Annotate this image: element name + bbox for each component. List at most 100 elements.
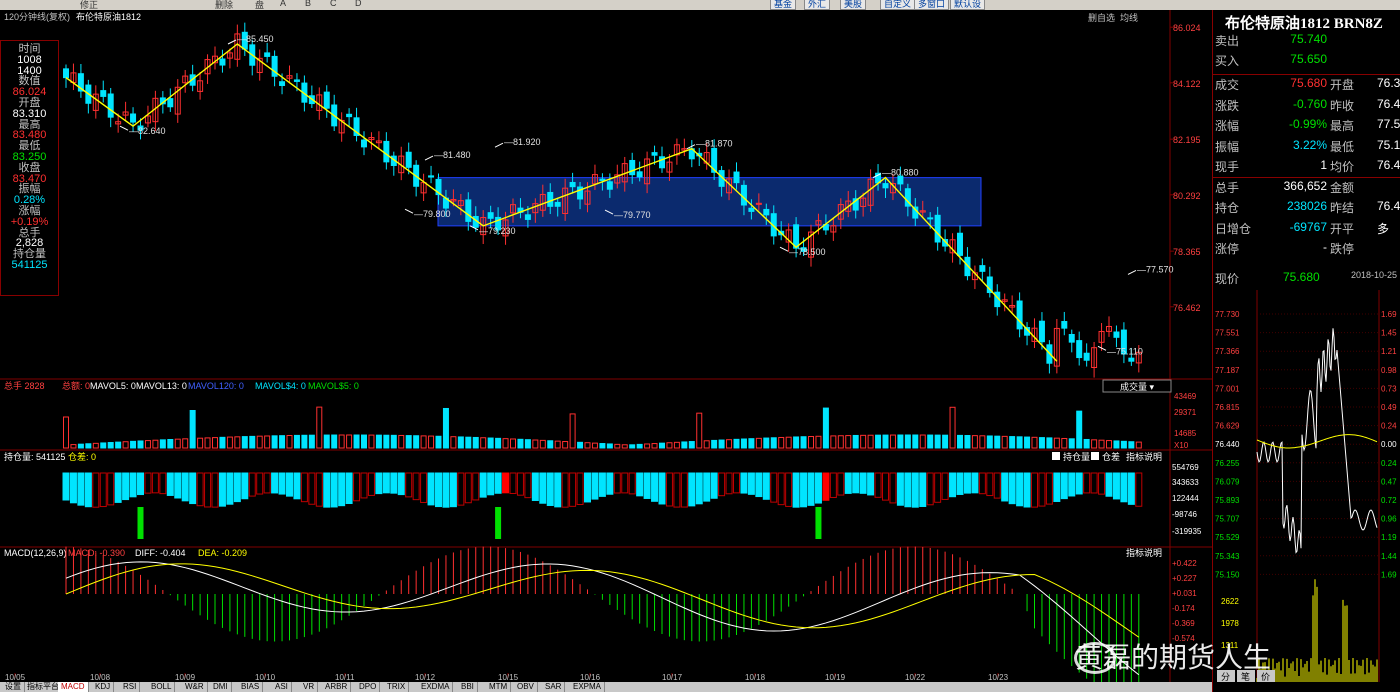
volume-bar: [636, 443, 643, 449]
volume-bar: [1001, 435, 1008, 449]
range-box: [437, 177, 982, 227]
toolbar-button-2[interactable]: 美股: [840, 0, 867, 10]
quote-row: 涨幅 -0.99% 最高 77.5: [1213, 117, 1400, 137]
oi-bar: [487, 472, 495, 496]
oi-bar: [1112, 472, 1120, 500]
oi-bar: [323, 472, 331, 508]
oi-bar: [665, 472, 673, 507]
volume-bar: [629, 444, 636, 449]
candle-body: [405, 151, 412, 168]
volume-bar: [971, 435, 978, 449]
oi-diff-label: 仓差: 0: [68, 451, 96, 462]
volume-bar: [1053, 437, 1060, 449]
oi-bar: [636, 472, 644, 497]
date-tick-label: 10/23: [988, 673, 1009, 682]
indicator-tab-arbr[interactable]: ARBR: [322, 682, 352, 692]
toolbar-item-6[interactable]: D: [355, 0, 362, 8]
volume-bar: [845, 435, 852, 449]
indicator-tab-bbi[interactable]: BBI: [458, 682, 478, 692]
volume-bar: [681, 441, 688, 449]
macd-tick-label: -0.174: [1172, 604, 1195, 613]
volume-bar: [502, 438, 509, 449]
quote-row: 现手 1 均价 76.4: [1213, 158, 1400, 178]
indicator-tab-[interactable]: 设置: [2, 682, 25, 692]
toolbar-button-3[interactable]: 自定义: [880, 0, 916, 10]
quote-label: 涨停: [1215, 242, 1240, 256]
volume-bar: [964, 435, 971, 449]
volume-bar: [696, 412, 703, 449]
volume-bar: [867, 434, 874, 449]
volume-bar: [957, 434, 963, 449]
mini-pct-tick: 1.69: [1381, 310, 1397, 319]
swing-label: —81.920: [504, 137, 541, 147]
main-chart[interactable]: 120分钟线(复权) 布伦特原油1812 删自选 均线 86.024 84.122 82.1…: [0, 10, 1212, 682]
indicator-tab-vr[interactable]: VR: [300, 682, 319, 692]
indicator-tab-dpo[interactable]: DPO: [356, 682, 381, 692]
toolbar-button-5[interactable]: 默认设: [950, 0, 986, 10]
quote-label: 涨跌: [1215, 98, 1240, 113]
toolbar-button-1[interactable]: 外汇: [804, 0, 831, 10]
macd-tick-label: +0.227: [1172, 574, 1197, 583]
oi-bar: [598, 472, 606, 497]
oi-checkbox[interactable]: [1052, 452, 1060, 460]
toolbar-item-0[interactable]: 修正: [80, 0, 98, 10]
oi-bar: [84, 472, 92, 508]
volume-bar: [942, 434, 949, 449]
volume-bar: [1106, 440, 1112, 449]
indicator-tab-dmi[interactable]: DMI: [210, 682, 232, 692]
volume-bar: [450, 436, 457, 449]
volume-bar: [562, 441, 569, 449]
indicator-tab-macd[interactable]: MACD: [58, 682, 89, 692]
oi-bar: [911, 472, 919, 508]
indicator-tab-obv[interactable]: OBV: [514, 682, 538, 692]
macd-tick-label: +0.422: [1172, 559, 1197, 568]
indicator-tab-trix[interactable]: TRIX: [384, 682, 410, 692]
toolbar-item-2[interactable]: 盘: [255, 0, 264, 10]
volume-bar: [673, 441, 680, 449]
indicator-tab-rsi[interactable]: RSI: [120, 682, 141, 692]
oi-bar: [971, 472, 979, 494]
oi-bar: [1031, 472, 1038, 508]
oi-bar: [867, 472, 875, 496]
intraday-chart[interactable]: 77.730 1.69 77.551 1.45 77.366 1.21 77.187 0.98…: [1213, 290, 1400, 682]
quote-divider: [1213, 74, 1400, 75]
mini-pct-tick: 0.72: [1381, 496, 1397, 505]
volume-bar: [532, 439, 539, 449]
open-value: 83.310: [12, 107, 47, 120]
indicator-tab-expma[interactable]: EXPMA: [570, 682, 606, 692]
volume-bar: [919, 434, 926, 449]
volume-bar: [614, 443, 621, 449]
sell-value: 75.740: [1290, 32, 1327, 46]
toolbar-item-5[interactable]: C: [330, 0, 337, 8]
volume-bar: [808, 435, 814, 449]
oi-bar: [874, 472, 882, 498]
candle-body: [383, 140, 390, 163]
oi-bar: [390, 472, 398, 494]
toolbar-item-3[interactable]: A: [280, 0, 286, 8]
quote-label: 总手: [1215, 180, 1240, 195]
diff-check-label: 仓差: [1102, 451, 1120, 462]
diff-checkbox[interactable]: [1091, 452, 1099, 460]
oi-bar: [1053, 472, 1061, 502]
toolbar-item-4[interactable]: B: [305, 0, 311, 8]
toolbar-button-0[interactable]: 基金: [770, 0, 797, 10]
swing-pointer: [119, 125, 129, 131]
indicator-tab-asi[interactable]: ASI: [272, 682, 292, 692]
volume-bar: [70, 444, 77, 449]
oi-bar: [122, 472, 130, 501]
oi-bar: [710, 472, 718, 499]
volume-bar: [204, 437, 211, 449]
indicator-tab-sar[interactable]: SAR: [542, 682, 566, 692]
indicator-tab-mtm[interactable]: MTM: [486, 682, 512, 692]
oi-bar: [457, 472, 465, 506]
toolbar-item-1[interactable]: 删除: [215, 0, 233, 10]
indicator-tab-kdj[interactable]: KDJ: [92, 682, 115, 692]
indicator-tab-exdma[interactable]: EXDMA: [418, 682, 454, 692]
mini-price-tick: 76.440: [1215, 440, 1240, 449]
indicator-tab-boll[interactable]: BOLL: [148, 682, 176, 692]
volume-tick-label: 14685: [1174, 429, 1197, 438]
indicator-tab-bias[interactable]: BIAS: [238, 682, 264, 692]
toolbar-button-4[interactable]: 多窗口: [914, 0, 950, 10]
indicator-tab-wr[interactable]: W&R: [182, 682, 208, 692]
candle-body: [100, 90, 107, 97]
